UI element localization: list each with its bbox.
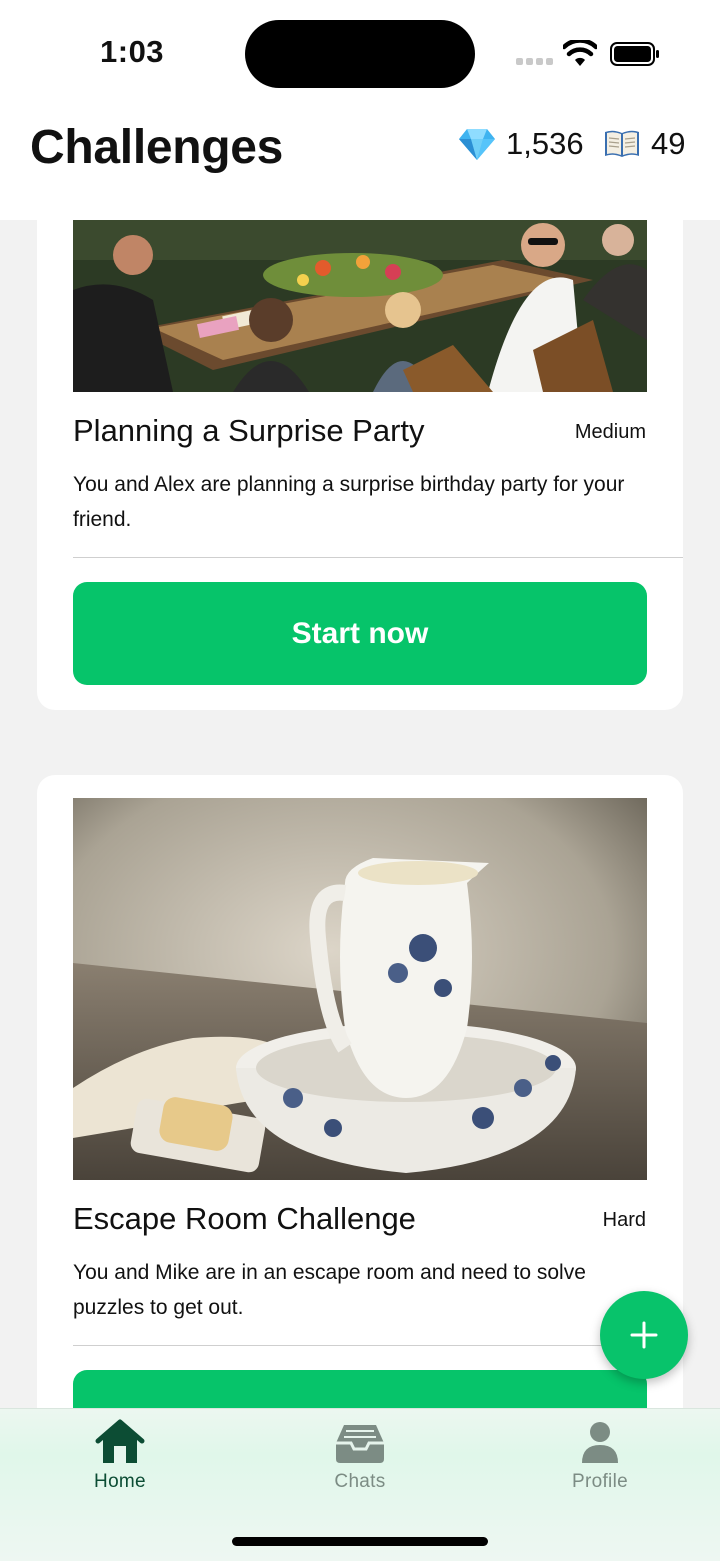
challenge-list[interactable]: Planning a Surprise Party Medium You and… [0, 220, 720, 1408]
challenge-title: Planning a Surprise Party [73, 413, 425, 448]
status-bar: 1:03 [0, 0, 720, 100]
wifi-icon [563, 40, 597, 66]
card-divider [73, 557, 683, 558]
plus-icon [630, 1321, 658, 1349]
card-divider [73, 1345, 683, 1346]
books-counter[interactable]: 49 [603, 126, 685, 162]
challenge-description: You and Alex are planning a surprise bir… [73, 473, 625, 531]
app-header: Challenges 1,536 49 [0, 100, 720, 220]
difficulty-label: Medium [574, 421, 646, 443]
home-icon [95, 1419, 145, 1463]
inbox-icon [336, 1425, 384, 1463]
tab-label: Home [94, 1471, 146, 1492]
status-time: 1:03 [100, 34, 165, 69]
tab-label: Chats [334, 1471, 386, 1492]
start-now-button[interactable]: Start now [73, 582, 647, 685]
challenge-title: Escape Room Challenge [73, 1201, 416, 1236]
gems-value: 1,536 [506, 126, 584, 161]
books-value: 49 [651, 126, 686, 161]
cellular-signal-icon [516, 58, 553, 66]
tab-profile[interactable]: Profile [540, 1419, 660, 1493]
difficulty-label: Hard [602, 1209, 646, 1231]
start-now-button[interactable]: Start now [73, 1370, 647, 1408]
challenge-description: You and Mike are in an escape room and n… [73, 1261, 586, 1319]
challenge-card[interactable]: Planning a Surprise Party Medium You and… [37, 220, 683, 710]
challenge-image-party [73, 220, 647, 392]
tab-chats[interactable]: Chats [300, 1419, 420, 1493]
home-indicator[interactable] [232, 1537, 488, 1546]
add-challenge-button[interactable] [600, 1291, 688, 1379]
gem-icon [459, 129, 495, 160]
challenge-image-pitcher [73, 798, 647, 1180]
page-title: Challenges [30, 121, 284, 174]
challenge-card[interactable]: Escape Room Challenge Hard You and Mike … [37, 775, 683, 1408]
app-screen: 1:03 Challenges 1,536 49 Planning a Surp… [0, 0, 720, 1561]
dynamic-island [245, 20, 475, 88]
tab-home[interactable]: Home [60, 1419, 180, 1493]
book-icon [605, 130, 639, 157]
gems-counter[interactable]: 1,536 [458, 126, 584, 162]
person-icon [582, 1422, 618, 1463]
tab-label: Profile [572, 1471, 628, 1492]
battery-icon [610, 42, 659, 66]
